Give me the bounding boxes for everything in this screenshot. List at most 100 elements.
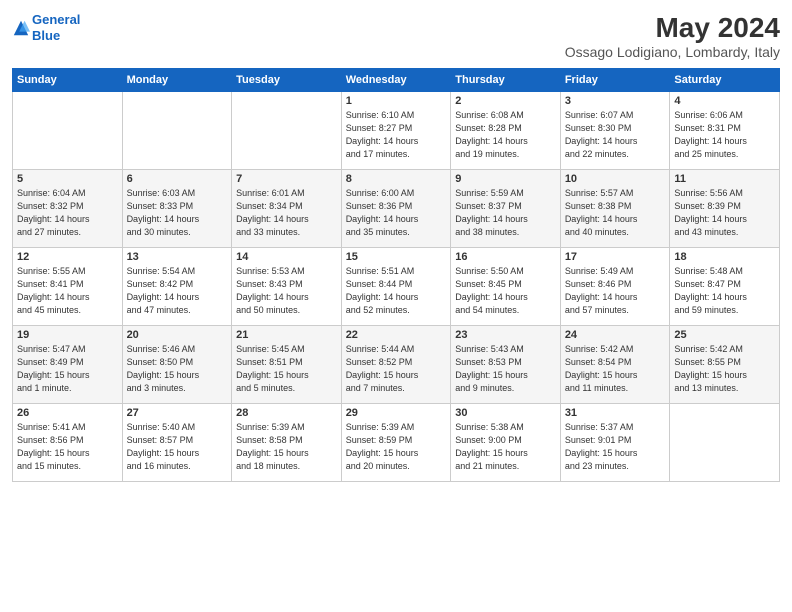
calendar-cell: 27 Sunrise: 5:40 AM Sunset: 8:57 PM Dayli… — [122, 404, 232, 482]
day-number: 4 — [674, 95, 775, 107]
week-row-2: 12 Sunrise: 5:55 AM Sunset: 8:41 PM Dayli… — [13, 248, 780, 326]
day-number: 12 — [17, 251, 118, 263]
day-number: 27 — [127, 407, 228, 419]
calendar-header-row: SundayMondayTuesdayWednesdayThursdayFrid… — [13, 69, 780, 92]
calendar-cell: 7 Sunrise: 6:01 AM Sunset: 8:34 PM Daylig… — [232, 170, 342, 248]
main-title: May 2024 — [565, 12, 780, 44]
day-info: Sunrise: 5:39 AM Sunset: 8:59 PM Dayligh… — [346, 421, 447, 473]
calendar-cell: 30Sunrise: 5:38 AM Sunset: 9:00 PM Dayli… — [451, 404, 561, 482]
subtitle: Ossago Lodigiano, Lombardy, Italy — [565, 44, 780, 60]
calendar-table: SundayMondayTuesdayWednesdayThursdayFrid… — [12, 68, 780, 482]
calendar-cell: 8Sunrise: 6:00 AM Sunset: 8:36 PM Daylig… — [341, 170, 451, 248]
day-info: Sunrise: 5:42 AM Sunset: 8:54 PM Dayligh… — [565, 343, 666, 395]
day-info: Sunrise: 6:06 AM Sunset: 8:31 PM Dayligh… — [674, 109, 775, 161]
calendar-cell: 18 Sunrise: 5:48 AM Sunset: 8:47 PM Dayli… — [670, 248, 780, 326]
day-number: 22 — [346, 329, 447, 341]
day-info: Sunrise: 5:53 AM Sunset: 8:43 PM Dayligh… — [236, 265, 337, 317]
header-tuesday: Tuesday — [232, 69, 342, 92]
day-info: Sunrise: 5:45 AM Sunset: 8:51 PM Dayligh… — [236, 343, 337, 395]
page: General Blue May 2024 Ossago Lodigiano, … — [0, 0, 792, 612]
calendar-cell: 9 Sunrise: 5:59 AM Sunset: 8:37 PM Daylig… — [451, 170, 561, 248]
day-number: 2 — [455, 95, 556, 107]
calendar-cell: 26 Sunrise: 5:41 AM Sunset: 8:56 PM Dayli… — [13, 404, 123, 482]
day-number: 8 — [346, 173, 447, 185]
calendar-cell — [232, 92, 342, 170]
calendar-cell: 1 Sunrise: 6:10 AM Sunset: 8:27 PM Daylig… — [341, 92, 451, 170]
day-info: Sunrise: 5:47 AM Sunset: 8:49 PM Dayligh… — [17, 343, 118, 395]
day-info: Sunrise: 5:43 AM Sunset: 8:53 PM Dayligh… — [455, 343, 556, 395]
day-info: Sunrise: 5:41 AM Sunset: 8:56 PM Dayligh… — [17, 421, 118, 473]
calendar-cell: 5Sunrise: 6:04 AM Sunset: 8:32 PM Daylig… — [13, 170, 123, 248]
header-thursday: Thursday — [451, 69, 561, 92]
day-info: Sunrise: 5:55 AM Sunset: 8:41 PM Dayligh… — [17, 265, 118, 317]
day-info: Sunrise: 6:07 AM Sunset: 8:30 PM Dayligh… — [565, 109, 666, 161]
day-info: Sunrise: 5:51 AM Sunset: 8:44 PM Dayligh… — [346, 265, 447, 317]
calendar-cell: 24 Sunrise: 5:42 AM Sunset: 8:54 PM Dayli… — [560, 326, 670, 404]
day-number: 20 — [127, 329, 228, 341]
calendar-cell: 16Sunrise: 5:50 AM Sunset: 8:45 PM Dayli… — [451, 248, 561, 326]
day-number: 17 — [565, 251, 666, 263]
day-number: 25 — [674, 329, 775, 341]
calendar-cell: 22 Sunrise: 5:44 AM Sunset: 8:52 PM Dayli… — [341, 326, 451, 404]
day-number: 15 — [346, 251, 447, 263]
week-row-1: 5Sunrise: 6:04 AM Sunset: 8:32 PM Daylig… — [13, 170, 780, 248]
calendar-cell: 4 Sunrise: 6:06 AM Sunset: 8:31 PM Daylig… — [670, 92, 780, 170]
day-info: Sunrise: 5:59 AM Sunset: 8:37 PM Dayligh… — [455, 187, 556, 239]
calendar-cell: 2 Sunrise: 6:08 AM Sunset: 8:28 PM Daylig… — [451, 92, 561, 170]
week-row-4: 26 Sunrise: 5:41 AM Sunset: 8:56 PM Dayli… — [13, 404, 780, 482]
day-info: Sunrise: 6:01 AM Sunset: 8:34 PM Dayligh… — [236, 187, 337, 239]
calendar-cell: 28Sunrise: 5:39 AM Sunset: 8:58 PM Dayli… — [232, 404, 342, 482]
day-number: 1 — [346, 95, 447, 107]
day-number: 30 — [455, 407, 556, 419]
day-info: Sunrise: 5:56 AM Sunset: 8:39 PM Dayligh… — [674, 187, 775, 239]
day-info: Sunrise: 6:04 AM Sunset: 8:32 PM Dayligh… — [17, 187, 118, 239]
calendar-cell — [122, 92, 232, 170]
day-info: Sunrise: 5:46 AM Sunset: 8:50 PM Dayligh… — [127, 343, 228, 395]
day-number: 11 — [674, 173, 775, 185]
day-number: 7 — [236, 173, 337, 185]
day-info: Sunrise: 6:10 AM Sunset: 8:27 PM Dayligh… — [346, 109, 447, 161]
calendar-cell: 11 Sunrise: 5:56 AM Sunset: 8:39 PM Dayli… — [670, 170, 780, 248]
day-info: Sunrise: 6:08 AM Sunset: 8:28 PM Dayligh… — [455, 109, 556, 161]
day-number: 10 — [565, 173, 666, 185]
day-number: 16 — [455, 251, 556, 263]
header-wednesday: Wednesday — [341, 69, 451, 92]
day-number: 24 — [565, 329, 666, 341]
day-number: 26 — [17, 407, 118, 419]
day-number: 14 — [236, 251, 337, 263]
calendar-cell: 29Sunrise: 5:39 AM Sunset: 8:59 PM Dayli… — [341, 404, 451, 482]
day-number: 28 — [236, 407, 337, 419]
calendar-cell: 17 Sunrise: 5:49 AM Sunset: 8:46 PM Dayli… — [560, 248, 670, 326]
day-number: 13 — [127, 251, 228, 263]
calendar-cell: 25 Sunrise: 5:42 AM Sunset: 8:55 PM Dayli… — [670, 326, 780, 404]
calendar-cell: 13 Sunrise: 5:54 AM Sunset: 8:42 PM Dayli… — [122, 248, 232, 326]
header-friday: Friday — [560, 69, 670, 92]
day-info: Sunrise: 5:42 AM Sunset: 8:55 PM Dayligh… — [674, 343, 775, 395]
day-number: 18 — [674, 251, 775, 263]
calendar-cell: 19 Sunrise: 5:47 AM Sunset: 8:49 PM Dayli… — [13, 326, 123, 404]
day-info: Sunrise: 5:40 AM Sunset: 8:57 PM Dayligh… — [127, 421, 228, 473]
day-number: 6 — [127, 173, 228, 185]
day-info: Sunrise: 5:48 AM Sunset: 8:47 PM Dayligh… — [674, 265, 775, 317]
calendar-cell: 3 Sunrise: 6:07 AM Sunset: 8:30 PM Daylig… — [560, 92, 670, 170]
day-number: 3 — [565, 95, 666, 107]
calendar-cell: 23Sunrise: 5:43 AM Sunset: 8:53 PM Dayli… — [451, 326, 561, 404]
calendar-cell — [670, 404, 780, 482]
calendar-cell: 14 Sunrise: 5:53 AM Sunset: 8:43 PM Dayli… — [232, 248, 342, 326]
calendar-cell: 15 Sunrise: 5:51 AM Sunset: 8:44 PM Dayli… — [341, 248, 451, 326]
day-info: Sunrise: 6:03 AM Sunset: 8:33 PM Dayligh… — [127, 187, 228, 239]
day-number: 31 — [565, 407, 666, 419]
title-block: May 2024 Ossago Lodigiano, Lombardy, Ita… — [565, 12, 780, 60]
calendar-cell: 12 Sunrise: 5:55 AM Sunset: 8:41 PM Dayli… — [13, 248, 123, 326]
calendar-body: 1 Sunrise: 6:10 AM Sunset: 8:27 PM Daylig… — [13, 92, 780, 482]
day-info: Sunrise: 5:44 AM Sunset: 8:52 PM Dayligh… — [346, 343, 447, 395]
week-row-3: 19 Sunrise: 5:47 AM Sunset: 8:49 PM Dayli… — [13, 326, 780, 404]
day-number: 19 — [17, 329, 118, 341]
week-row-0: 1 Sunrise: 6:10 AM Sunset: 8:27 PM Daylig… — [13, 92, 780, 170]
calendar-cell — [13, 92, 123, 170]
day-info: Sunrise: 5:54 AM Sunset: 8:42 PM Dayligh… — [127, 265, 228, 317]
day-number: 9 — [455, 173, 556, 185]
logo-icon — [12, 19, 30, 37]
day-info: Sunrise: 5:49 AM Sunset: 8:46 PM Dayligh… — [565, 265, 666, 317]
day-number: 21 — [236, 329, 337, 341]
